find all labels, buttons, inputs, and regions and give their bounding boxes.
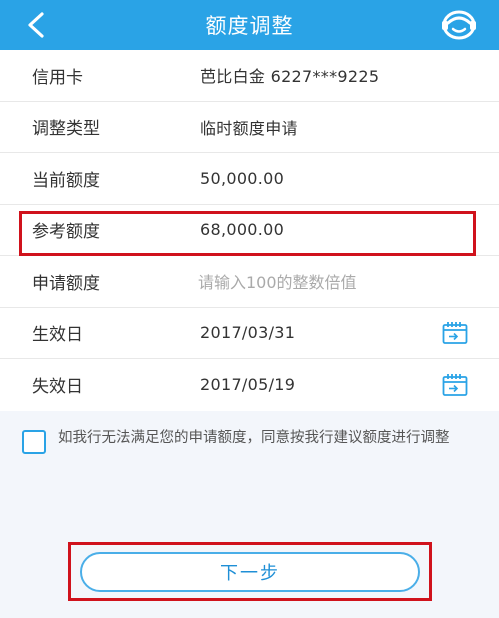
customer-service-button[interactable] [439,8,479,42]
calendar-icon [442,321,468,344]
credit-card-value: 芭比白金 6227***9225 [200,67,380,87]
credit-card-label: 信用卡 [32,67,83,88]
back-button[interactable] [18,9,54,41]
row-current-limit: 当前额度 50,000.00 [0,153,499,205]
chevron-left-icon [28,12,44,38]
adjust-type-value: 临时额度申请 [200,118,298,138]
apply-limit-input[interactable] [198,266,438,298]
expiry-date-calendar-button[interactable] [441,372,469,398]
header-bar: 额度调整 [0,0,499,50]
expiry-date-label: 失效日 [32,377,83,398]
agreement-checkbox[interactable] [22,430,46,454]
effective-date-label: 生效日 [32,325,83,346]
effective-date-value: 2017/03/31 [200,323,296,343]
effective-date-calendar-button[interactable] [441,320,469,346]
current-limit-label: 当前额度 [32,170,100,191]
reference-limit-highlight [19,211,476,256]
row-apply-limit: 申请额度 [0,256,499,308]
row-credit-card[interactable]: 信用卡 芭比白金 6227***9225 [0,50,499,102]
row-effective-date[interactable]: 生效日 2017/03/31 [0,308,499,359]
calendar-icon [442,373,468,396]
agreement-text: 如我行无法满足您的申请额度，同意按我行建议额度进行调整 [58,430,450,446]
current-limit-value: 50,000.00 [200,168,285,188]
adjust-type-label: 调整类型 [32,119,100,140]
customer-service-icon [442,10,476,40]
apply-limit-label: 申请额度 [32,273,100,294]
page-title: 额度调整 [205,14,294,38]
row-expiry-date[interactable]: 失效日 2017/05/19 [0,359,499,411]
expiry-date-value: 2017/05/19 [200,375,296,395]
row-adjust-type[interactable]: 调整类型 临时额度申请 [0,102,499,153]
next-step-button[interactable]: 下一步 [80,552,420,592]
